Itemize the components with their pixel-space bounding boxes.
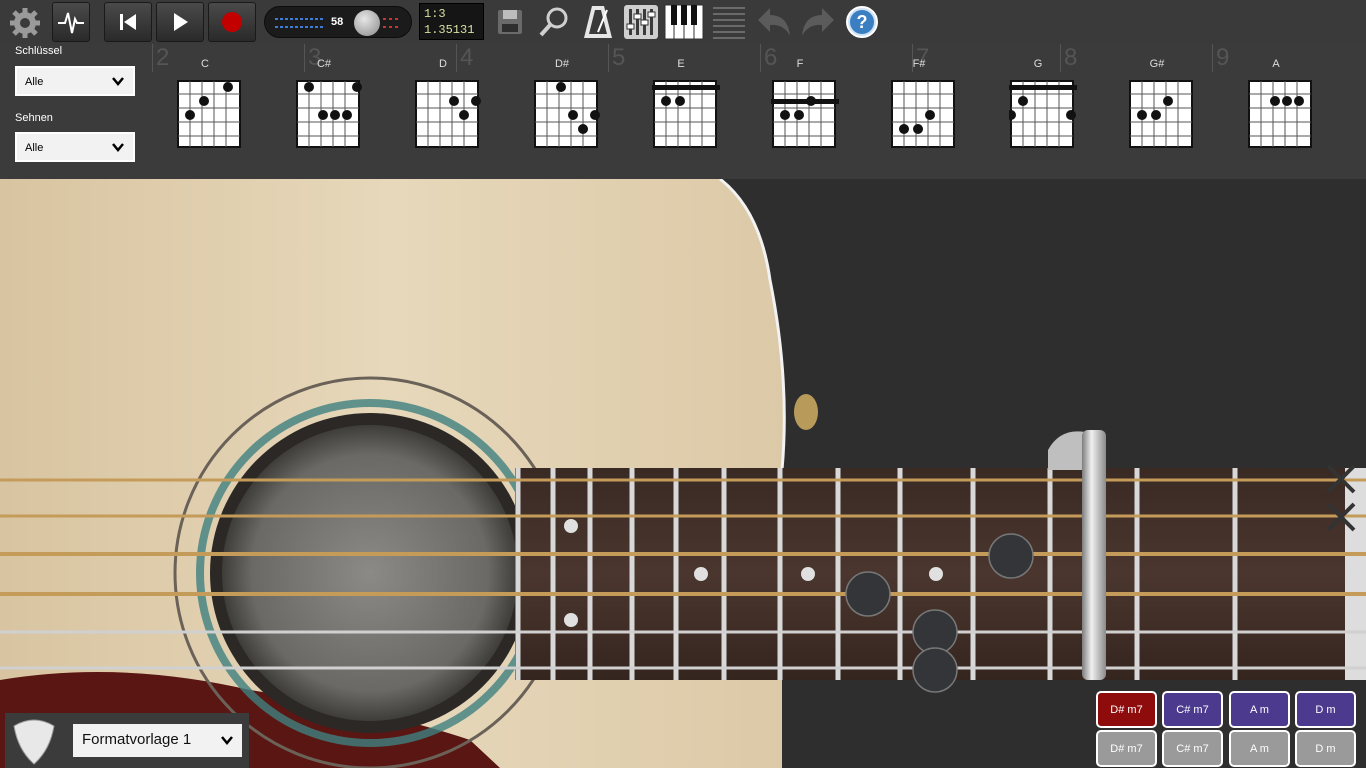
chord-name: D#	[554, 58, 570, 70]
preset-select[interactable]: Formatvorlage 1	[73, 724, 242, 757]
chord-name: C#	[316, 58, 332, 70]
guitar-pick-icon[interactable]	[10, 716, 58, 766]
chord-name: E	[677, 58, 685, 70]
guitar-scene	[0, 179, 1366, 768]
chord-grid	[1009, 80, 1077, 148]
position-time: 1.35131	[424, 23, 475, 37]
chord-grid	[177, 80, 241, 148]
chord-button-csharp-m7[interactable]: C# m7	[1162, 691, 1223, 728]
position-display: 1:3 1.35131	[419, 3, 484, 40]
chord-grid	[891, 80, 955, 148]
app-window: 2 3 4 5 6 7 8 9 Schlüssel Alle Sehnen Al…	[0, 0, 1366, 768]
key-select-value: Alle	[25, 76, 44, 88]
chord-button-d-m-alt[interactable]: D m	[1295, 730, 1356, 767]
chord-button-d-m[interactable]: D m	[1295, 691, 1356, 728]
skip-back-button[interactable]	[104, 2, 152, 42]
chord-grid	[534, 80, 600, 148]
key-label: Schlüssel	[15, 45, 63, 57]
chord-grid	[652, 80, 720, 148]
strings-select-value: Alle	[25, 142, 44, 154]
gear-icon[interactable]	[8, 6, 42, 40]
ruler-number: 2	[156, 44, 170, 71]
skip-back-icon	[120, 14, 136, 30]
strings-label: Sehnen	[15, 112, 53, 124]
capo[interactable]	[1082, 430, 1106, 680]
chord-diagram[interactable]: C#	[289, 58, 369, 158]
chord-name: C	[201, 58, 209, 70]
chord-button-dsharp-m7[interactable]: D# m7	[1096, 691, 1157, 728]
chord-name: G	[1033, 58, 1043, 70]
chord-grid	[415, 80, 481, 148]
chord-grid	[771, 80, 839, 148]
tempo-knob[interactable]	[354, 10, 380, 36]
svg-text:?: ?	[857, 12, 868, 32]
save-icon[interactable]	[494, 6, 526, 38]
chord-diagram[interactable]: G	[1003, 58, 1083, 158]
strings-select[interactable]: Alle	[15, 132, 135, 162]
key-select[interactable]: Alle	[15, 66, 135, 96]
record-button[interactable]	[208, 2, 256, 42]
chord-name: F#	[912, 58, 926, 70]
chord-button-dsharp-m7-alt[interactable]: D# m7	[1096, 730, 1157, 767]
chord-name: G#	[1149, 58, 1165, 70]
chord-name: A	[1272, 58, 1280, 70]
chord-diagram[interactable]: G#	[1122, 58, 1202, 158]
chord-button-a-m-alt[interactable]: A m	[1229, 730, 1290, 767]
chord-name: F	[796, 58, 804, 70]
chord-diagram[interactable]: F#	[884, 58, 964, 158]
chord-grid	[296, 80, 362, 148]
chord-diagram[interactable]: D#	[527, 58, 607, 158]
ruler-number: 9	[1216, 44, 1230, 71]
tempo-slider[interactable]: 58	[264, 6, 412, 38]
chord-diagram[interactable]: F	[765, 58, 845, 158]
piano-icon[interactable]	[664, 4, 704, 40]
strap-button	[794, 394, 818, 430]
position-bar-beat: 1:3	[424, 7, 446, 21]
redo-icon[interactable]	[798, 4, 838, 40]
chord-panel: 2 3 4 5 6 7 8 9 Schlüssel Alle Sehnen Al…	[0, 44, 1366, 179]
chevron-down-icon	[221, 736, 233, 745]
ruler-number: 5	[612, 44, 626, 71]
chord-diagram[interactable]: D	[408, 58, 488, 158]
tempo-value: 58	[331, 16, 344, 28]
chord-diagram[interactable]: E	[646, 58, 726, 158]
chord-name: D	[439, 58, 447, 70]
chord-diagram[interactable]: C	[170, 58, 250, 158]
chord-button-csharp-m7-alt[interactable]: C# m7	[1162, 730, 1223, 767]
chord-grid	[1129, 80, 1193, 148]
waveform-button[interactable]	[52, 2, 90, 42]
undo-icon[interactable]	[754, 4, 794, 40]
play-icon	[174, 13, 188, 31]
search-icon[interactable]	[536, 4, 572, 40]
chord-diagram[interactable]: A	[1241, 58, 1321, 158]
help-icon[interactable]: ?	[844, 4, 880, 40]
chevron-down-icon	[112, 143, 124, 152]
pulse-icon	[58, 12, 84, 34]
record-icon	[222, 12, 242, 32]
list-icon[interactable]	[710, 4, 748, 40]
chord-grid	[1248, 80, 1312, 148]
chevron-down-icon	[112, 77, 124, 86]
mixer-icon[interactable]	[622, 4, 660, 40]
chord-button-a-m[interactable]: A m	[1229, 691, 1290, 728]
preset-select-value: Formatvorlage 1	[82, 731, 192, 748]
metronome-icon[interactable]	[580, 3, 616, 41]
toolbar: 58 1:3 1.35131 ?	[0, 0, 1366, 44]
play-button[interactable]	[156, 2, 204, 42]
